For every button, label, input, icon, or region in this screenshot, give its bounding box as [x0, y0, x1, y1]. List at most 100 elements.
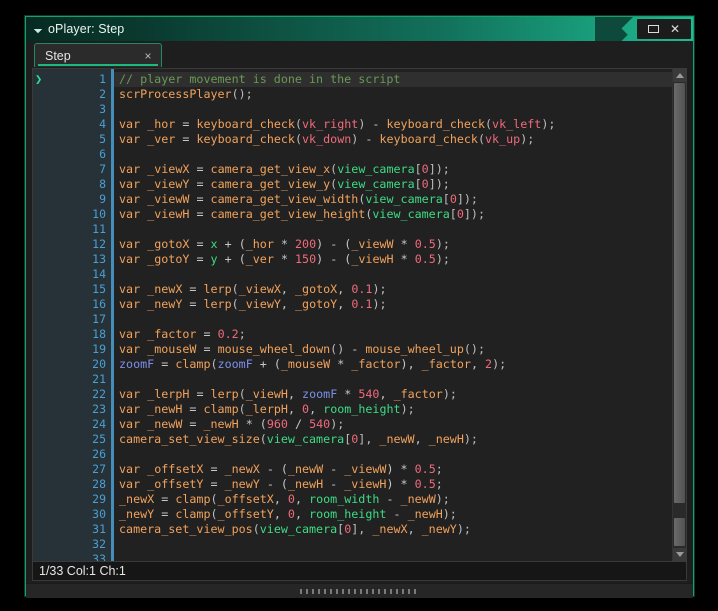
tab-step[interactable]: Step × [34, 43, 162, 67]
code-token: y [210, 252, 218, 266]
scroll-down-arrow-icon[interactable] [673, 548, 686, 561]
code-token: var [119, 417, 141, 431]
code-line[interactable]: var _factor = 0.2; [114, 327, 686, 342]
code-token: camera_get_view_y [210, 177, 331, 191]
code-line[interactable]: var _hor = keyboard_check(vk_right) - ke… [114, 117, 686, 132]
line-number: 18 [92, 327, 106, 341]
code-token: zoomF [119, 357, 155, 371]
code-line[interactable]: _newX = clamp(_offsetX, 0, room_width - … [114, 492, 686, 507]
code-token: 0 [421, 177, 429, 191]
code-token: , [280, 282, 295, 296]
code-token: = [196, 342, 218, 356]
code-token: ; [435, 477, 443, 491]
status-bar-inner: 1/33 Col:1 Ch:1 [32, 561, 687, 581]
code-token: = [189, 192, 211, 206]
code-line[interactable]: zoomF = clamp(zoomF + (_mouseW * _factor… [114, 357, 686, 372]
code-token: ); [435, 492, 450, 506]
code-token: 2 [485, 357, 493, 371]
close-button[interactable]: ✕ [664, 20, 686, 38]
code-token: ( [210, 507, 218, 521]
code-token: = [182, 297, 204, 311]
line-number: 16 [92, 297, 106, 311]
code-line[interactable]: var _newX = lerp(_viewX, _gotoX, 0.1); [114, 282, 686, 297]
code-token: _viewW [344, 462, 387, 476]
line-number: 15 [92, 282, 106, 296]
code-line[interactable]: camera_set_view_size(view_camera[0], _ne… [114, 432, 686, 447]
code-token: + ( [217, 252, 246, 266]
vertical-scrollbar-thumb[interactable] [674, 83, 685, 503]
code-line[interactable] [114, 312, 686, 327]
code-line[interactable]: var _offsetY = _newY - (_newH - _viewH) … [114, 477, 686, 492]
code-line[interactable]: scrProcessPlayer(); [114, 87, 686, 102]
code-token: clamp [203, 402, 239, 416]
code-text-area[interactable]: // player movement is done in the script… [114, 69, 686, 561]
code-token: ( [238, 387, 246, 401]
code-line[interactable] [114, 537, 686, 552]
maximize-button[interactable] [642, 20, 664, 38]
tab-close-icon[interactable]: × [141, 49, 155, 63]
code-line[interactable]: var _lerpH = lerp(_viewH, zoomF * 540, _… [114, 387, 686, 402]
code-token: lerp [203, 297, 232, 311]
code-line[interactable]: var _offsetX = _newX - (_newW - _viewW) … [114, 462, 686, 477]
code-line[interactable]: var _viewH = camera_get_view_height(view… [114, 207, 686, 222]
line-number: 12 [92, 237, 106, 251]
code-line[interactable]: // player movement is done in the script [114, 72, 686, 87]
code-line[interactable] [114, 222, 686, 237]
code-token: ); [372, 282, 387, 296]
code-token: ]); [428, 162, 450, 176]
code-line[interactable]: _newY = clamp(_offsetY, 0, room_height -… [114, 507, 686, 522]
triangle-collapse-icon[interactable] [32, 22, 46, 36]
code-line[interactable]: var _newH = clamp(_lerpH, 0, room_height… [114, 402, 686, 417]
code-line[interactable] [114, 552, 686, 561]
code-token: - [323, 477, 345, 491]
code-token: 0.1 [351, 297, 373, 311]
code-line[interactable]: var _viewX = camera_get_view_x(view_came… [114, 162, 686, 177]
code-token: , [337, 282, 352, 296]
code-token: , [294, 507, 310, 521]
code-line[interactable] [114, 267, 686, 282]
titlebar-notch-decoration [595, 17, 639, 41]
code-token: _gotoX [147, 237, 190, 251]
code-line[interactable] [114, 447, 686, 462]
code-token: 200 [295, 237, 317, 251]
code-line[interactable]: var _gotoY = y + (_ver * 150) - (_viewH … [114, 252, 686, 267]
code-line[interactable]: var _gotoX = x + (_hor * 200) - (_viewW … [114, 237, 686, 252]
cursor-position-marker-icon: ❯ [35, 72, 43, 86]
vertical-scrollbar-thumb-lower[interactable] [674, 518, 685, 546]
code-token: _viewY [238, 297, 281, 311]
code-line[interactable]: var _ver = keyboard_check(vk_down) - key… [114, 132, 686, 147]
code-line[interactable] [114, 372, 686, 387]
code-token: 540 [309, 417, 331, 431]
code-token: mouse_wheel_down [217, 342, 331, 356]
code-token: keyboard_check [196, 117, 295, 131]
code-token: _factor [351, 357, 401, 371]
code-line[interactable]: var _mouseW = mouse_wheel_down() - mouse… [114, 342, 686, 357]
code-token: ) - ( [316, 252, 352, 266]
code-line[interactable]: var _viewW = camera_get_view_width(view_… [114, 192, 686, 207]
line-number: 29 [92, 492, 106, 506]
code-line[interactable]: var _newY = lerp(_viewY, _gotoY, 0.1); [114, 297, 686, 312]
code-token: ) - ( [316, 237, 352, 251]
scroll-up-arrow-icon[interactable] [673, 69, 686, 82]
vertical-scrollbar[interactable] [672, 69, 686, 561]
window-titlebar[interactable]: oPlayer: Step ✕ [26, 17, 693, 41]
code-line[interactable] [114, 147, 686, 162]
code-token: ); [456, 522, 471, 536]
code-line[interactable]: var _viewY = camera_get_view_y(view_came… [114, 177, 686, 192]
code-token: _viewW [147, 192, 190, 206]
code-editor[interactable]: ❯ 1 2 3 4 5 6 7 8 9 10 11 12 13 14 15 16 17 18 19 20 21 22 23 2… [32, 68, 687, 561]
code-token: scrProcessPlayer [119, 87, 232, 101]
code-token: view_camera [266, 432, 345, 446]
code-line[interactable] [114, 102, 686, 117]
code-token: var [119, 192, 141, 206]
code-line[interactable]: var _newW = _newH * (960 / 540); [114, 417, 686, 432]
code-token: = [175, 117, 197, 131]
code-token: ( [252, 522, 260, 536]
code-line[interactable]: camera_set_view_pos(view_camera[0], _new… [114, 522, 686, 537]
code-token: ( [485, 117, 493, 131]
code-token: vk_right [302, 117, 359, 131]
code-token: = [182, 402, 204, 416]
resize-grip-handle[interactable] [299, 589, 420, 594]
code-token: view_camera [259, 522, 338, 536]
code-token: = [196, 327, 218, 341]
